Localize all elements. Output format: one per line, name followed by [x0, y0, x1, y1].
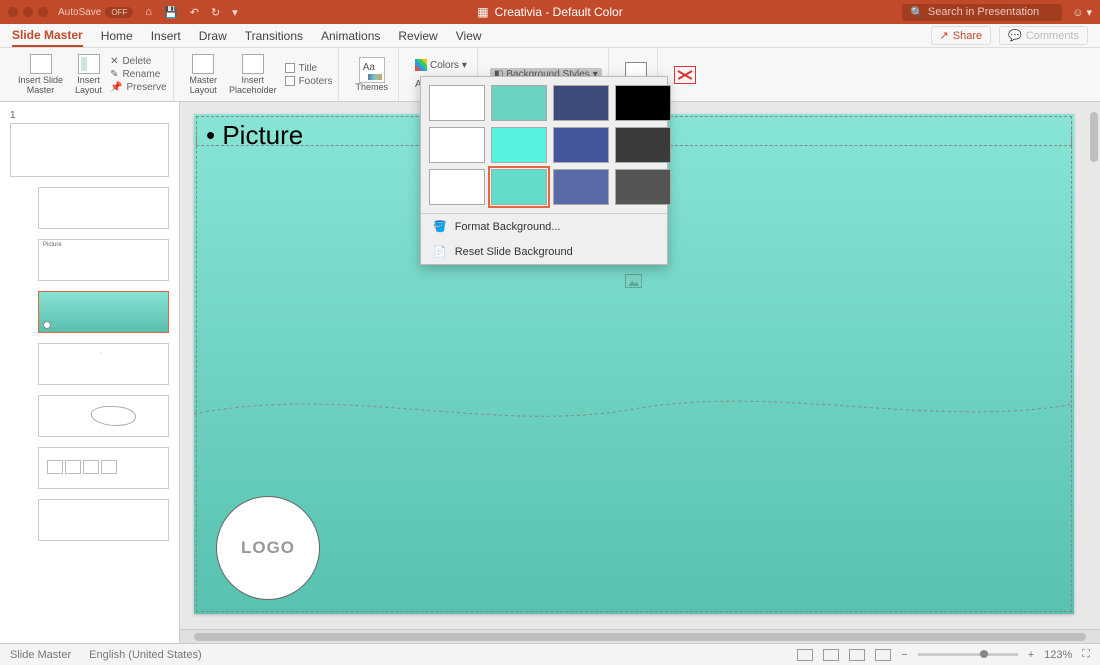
horizontal-scrollbar[interactable] — [180, 629, 1100, 643]
insert-layout-button[interactable]: Insert Layout — [71, 52, 106, 98]
fit-window-button[interactable]: ⛶ — [1082, 648, 1090, 661]
insert-ph-label: Insert Placeholder — [229, 76, 277, 96]
vertical-scrollbar[interactable] — [1090, 112, 1098, 162]
bg-swatch-2[interactable] — [553, 85, 609, 121]
search-input[interactable]: 🔍 Search in Presentation — [902, 4, 1062, 21]
tab-review[interactable]: Review — [398, 26, 437, 46]
bg-swatch-1[interactable] — [491, 85, 547, 121]
thumbnail-pane[interactable]: 1 Picture — [0, 102, 180, 643]
thumb-layout-4[interactable] — [38, 343, 169, 385]
tab-home[interactable]: Home — [101, 26, 133, 46]
colors-dropdown[interactable]: Colors ▾ — [411, 58, 471, 72]
bg-swatch-4[interactable] — [429, 127, 485, 163]
share-button[interactable]: ↗ Share — [931, 26, 992, 45]
tab-animations[interactable]: Animations — [321, 26, 380, 46]
window-controls[interactable] — [8, 7, 48, 17]
account-icon[interactable]: ☺ ▾ — [1072, 6, 1092, 19]
themes-label: Themes — [355, 83, 388, 93]
thumb-layout-1[interactable] — [38, 187, 169, 229]
tab-transitions[interactable]: Transitions — [245, 26, 303, 46]
background-styles-popup: 🪣 Format Background... 📄 Reset Slide Bac… — [420, 76, 668, 265]
thumb-layout-3-selected[interactable] — [38, 291, 169, 333]
zoom-value[interactable]: 123% — [1044, 649, 1072, 661]
thumb-master[interactable] — [10, 123, 169, 177]
rename-button[interactable]: ✎ Rename — [110, 69, 166, 80]
footers-checkbox[interactable]: Footers — [285, 76, 333, 87]
tab-slide-master[interactable]: Slide Master — [12, 25, 83, 47]
autosave-toggle[interactable]: AutoSave OFF — [58, 7, 133, 18]
presentation-icon: ▦ — [477, 5, 488, 19]
bg-swatch-8[interactable] — [429, 169, 485, 205]
thumb-layout-7[interactable] — [38, 499, 169, 541]
logo-placeholder[interactable]: LOGO — [216, 496, 320, 600]
zoom-in-button[interactable]: + — [1028, 649, 1034, 661]
bg-swatch-10[interactable] — [553, 169, 609, 205]
theme-icon — [359, 57, 385, 83]
thumb-layout-5[interactable] — [38, 395, 169, 437]
title-bar: AutoSave OFF ⌂ 💾 ↶ ↻ ▾ ▦ Creativia - Def… — [0, 0, 1100, 24]
autosave-label: AutoSave — [58, 7, 101, 18]
status-language[interactable]: English (United States) — [89, 649, 202, 661]
dropdown-icon[interactable]: ▾ — [232, 6, 238, 19]
themes-button[interactable]: Themes — [351, 55, 392, 95]
master-number: 1 — [10, 110, 169, 121]
logo-text: LOGO — [241, 538, 295, 558]
tab-view[interactable]: View — [456, 26, 482, 46]
status-bar: Slide Master English (United States) − +… — [0, 643, 1100, 665]
zoom-out-button[interactable]: − — [901, 649, 907, 661]
tab-insert[interactable]: Insert — [151, 26, 181, 46]
save-icon[interactable]: 💾 — [164, 6, 178, 19]
zoom-slider[interactable] — [918, 653, 1018, 656]
autosave-state: OFF — [105, 7, 133, 18]
reading-view-button[interactable] — [849, 649, 865, 661]
home-icon[interactable]: ⌂ — [145, 6, 152, 19]
bg-swatch-3[interactable] — [615, 85, 671, 121]
share-label: Share — [953, 30, 982, 42]
redo-icon[interactable]: ↻ — [211, 6, 220, 19]
bg-swatch-6[interactable] — [553, 127, 609, 163]
reset-background-item[interactable]: 📄 Reset Slide Background — [421, 239, 667, 264]
bg-swatch-7[interactable] — [615, 127, 671, 163]
format-background-item[interactable]: 🪣 Format Background... — [421, 214, 667, 239]
insert-slide-master-button[interactable]: Insert Slide Master — [14, 52, 67, 98]
tab-draw[interactable]: Draw — [199, 26, 227, 46]
status-mode: Slide Master — [10, 649, 71, 661]
master-layout-button[interactable]: Master Layout — [186, 52, 222, 98]
sorter-view-button[interactable] — [823, 649, 839, 661]
comments-button[interactable]: 💬 Comments — [999, 26, 1088, 45]
title-checkbox[interactable]: Title — [285, 63, 333, 74]
preserve-button[interactable]: 📌 Preserve — [110, 82, 166, 93]
slideshow-view-button[interactable] — [875, 649, 891, 661]
undo-icon[interactable]: ↶ — [190, 6, 199, 19]
close-icon — [674, 66, 696, 84]
search-icon: 🔍 — [910, 6, 924, 19]
thumb-layout-2[interactable]: Picture — [38, 239, 169, 281]
comments-label: Comments — [1026, 30, 1079, 42]
picture-placeholder-icon[interactable] — [625, 274, 642, 288]
normal-view-button[interactable] — [797, 649, 813, 661]
document-title-text: Creativia - Default Color — [495, 5, 623, 19]
colors-icon — [415, 59, 427, 71]
insert-slide-master-label: Insert Slide Master — [18, 76, 63, 96]
bg-swatch-0[interactable] — [429, 85, 485, 121]
close-master-button[interactable] — [670, 64, 700, 86]
thumb-layout-6[interactable] — [38, 447, 169, 489]
master-layout-label: Master Layout — [190, 76, 218, 96]
document-title: ▦ Creativia - Default Color — [477, 5, 622, 19]
wave-divider — [194, 389, 1074, 429]
delete-button[interactable]: ✕ Delete — [110, 56, 166, 67]
search-placeholder: Search in Presentation — [928, 6, 1039, 18]
bg-swatch-9[interactable] — [491, 169, 547, 205]
bg-swatch-11[interactable] — [615, 169, 671, 205]
bg-swatch-5[interactable] — [491, 127, 547, 163]
ribbon-tabs: Slide Master Home Insert Draw Transition… — [0, 24, 1100, 48]
insert-placeholder-button[interactable]: Insert Placeholder — [225, 52, 281, 98]
insert-layout-label: Insert Layout — [75, 76, 102, 96]
swatch-grid — [421, 77, 667, 213]
